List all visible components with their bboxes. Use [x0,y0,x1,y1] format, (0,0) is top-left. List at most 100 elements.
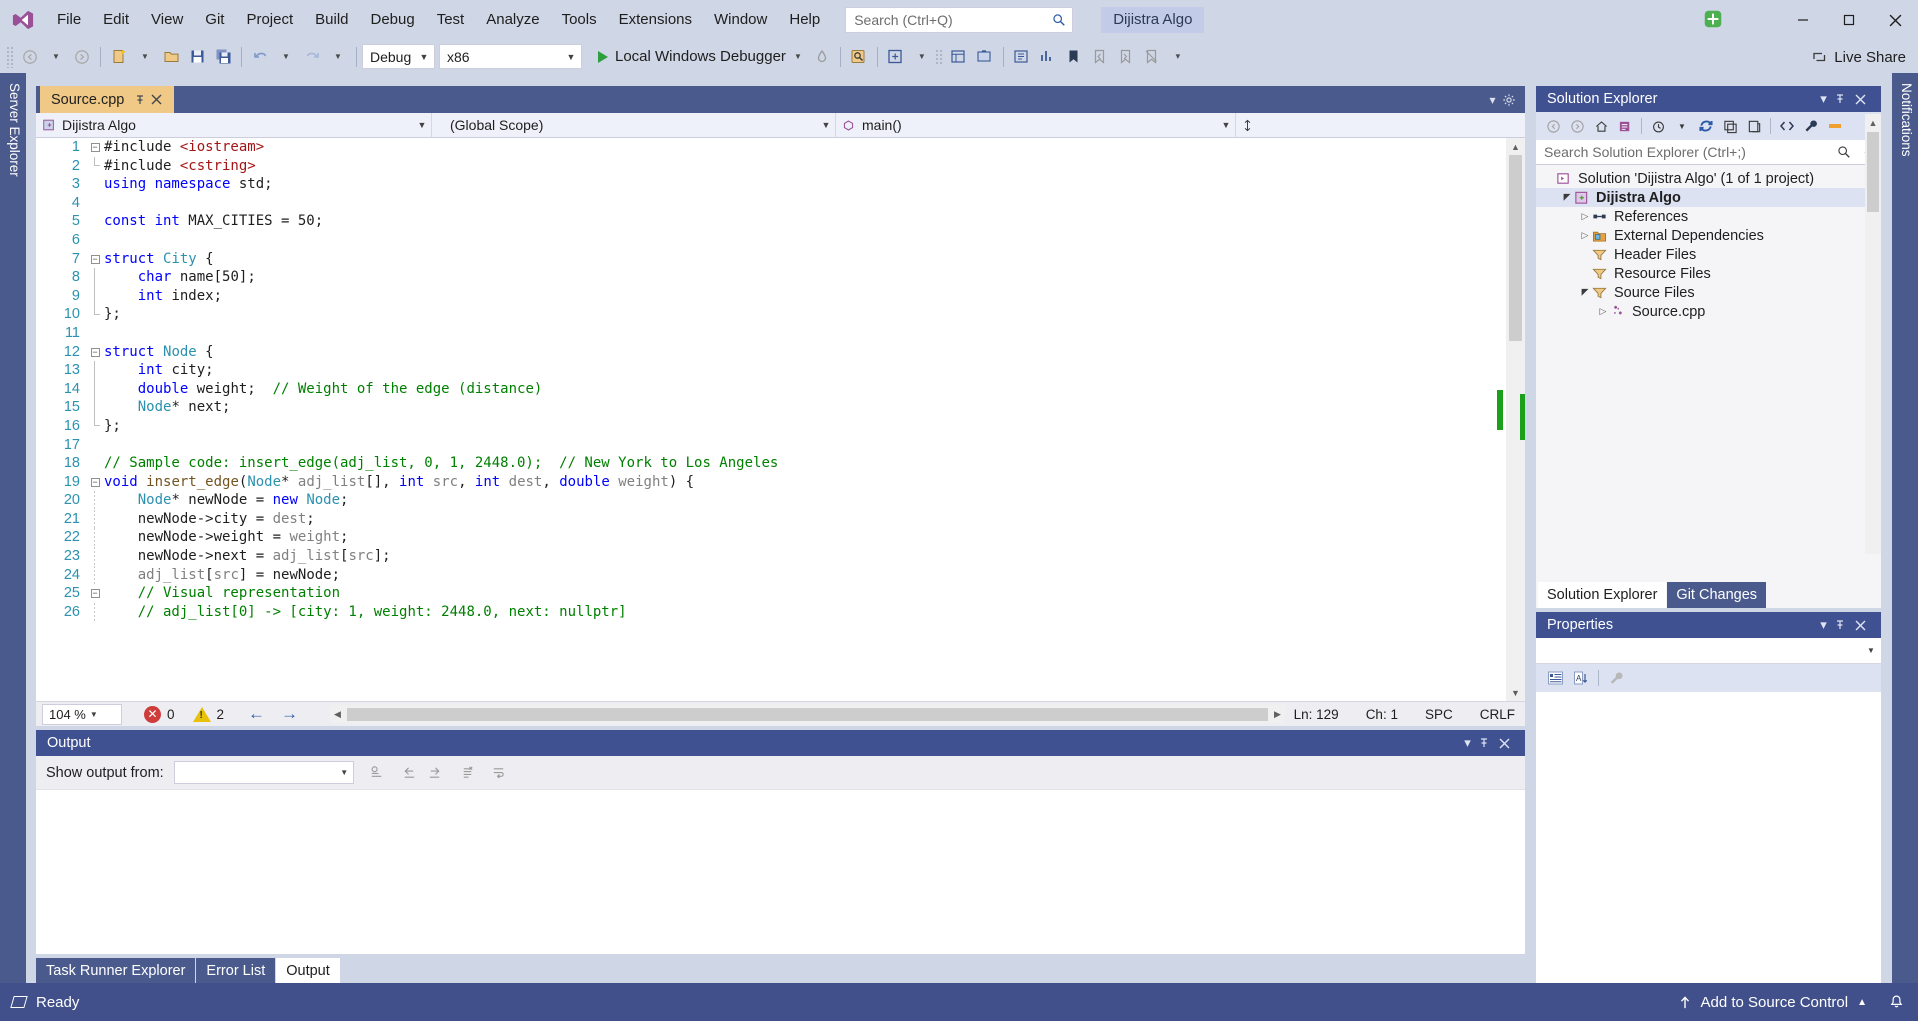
back-icon[interactable] [1541,114,1565,138]
fold-margin[interactable] [88,602,102,622]
window-menu-icon[interactable]: ▾ [1813,617,1834,633]
next-error-icon[interactable]: → [281,704,298,724]
properties-object-combo[interactable]: ▼ [1536,638,1881,664]
account-badge-icon[interactable] [1698,4,1728,34]
code-line[interactable]: 2 #include <cstring> [36,156,1506,176]
clear-bookmarks-icon[interactable] [1139,43,1165,71]
menu-extensions[interactable]: Extensions [608,0,703,40]
scroll-up-icon[interactable]: ▲ [1865,114,1881,131]
minimize-button[interactable] [1780,0,1826,40]
solution-tree-item[interactable]: Solution 'Dijistra Algo' (1 of 1 project… [1536,169,1881,188]
categorized-view-icon[interactable] [1542,666,1568,690]
output-text-area[interactable] [36,790,1525,954]
pin-icon[interactable] [1478,737,1499,749]
pin-icon[interactable] [1834,619,1855,631]
fold-margin[interactable] [88,509,102,529]
notification-bell-icon[interactable] [1889,994,1904,1010]
code-line[interactable]: 24 adj_list[src] = newNode; [36,565,1506,585]
toolbar-grip[interactable] [934,48,944,65]
code-line[interactable]: 5 const int MAX_CITIES = 50; [36,212,1506,231]
code-line[interactable]: 18 // Sample code: insert_edge(adj_list, … [36,454,1506,473]
menu-debug[interactable]: Debug [360,0,426,40]
fold-margin[interactable] [88,528,102,548]
fold-margin[interactable] [88,194,102,213]
tab-error-list[interactable]: Error List [196,958,276,984]
fold-margin[interactable] [88,379,102,399]
notifications-rail[interactable]: Notifications [1892,73,1918,983]
collapse-icon[interactable]: − [90,477,100,487]
pin-icon[interactable] [1834,93,1855,105]
new-project-dropdown-icon[interactable]: ▼ [132,43,158,71]
solution-tree-item[interactable]: ◢ Dijistra Algo [1536,188,1881,207]
solution-platform-combo[interactable]: x86 ▼ [439,44,582,69]
fold-margin[interactable] [88,324,102,343]
code-line[interactable]: 15 Node* next; [36,398,1506,417]
history-icon[interactable] [1646,114,1670,138]
fold-margin[interactable] [88,565,102,585]
object-browser-icon[interactable] [1009,43,1035,71]
menu-test[interactable]: Test [426,0,476,40]
properties-window-icon[interactable] [946,43,972,71]
gear-icon[interactable] [1502,93,1521,107]
expand-chevron-right-icon[interactable]: ▷ [1596,306,1610,317]
previous-error-icon[interactable]: ← [248,704,265,724]
home-icon[interactable] [1589,114,1613,138]
scroll-up-icon[interactable]: ▲ [1506,138,1525,155]
solution-tree[interactable]: Solution 'Dijistra Algo' (1 of 1 project… [1536,165,1881,529]
code-line[interactable]: 6 [36,231,1506,250]
fold-margin[interactable] [88,416,102,436]
code-line[interactable]: 10}; [36,305,1506,324]
code-line[interactable]: 20 Node* newNode = new Node; [36,491,1506,510]
code-line[interactable]: 8 char name[50]; [36,268,1506,287]
view-code-icon[interactable] [1775,114,1799,138]
close-icon[interactable] [1855,94,1876,105]
forward-icon[interactable] [1565,114,1589,138]
clear-all-icon[interactable] [455,760,480,785]
close-icon[interactable] [1855,620,1876,631]
code-line[interactable]: 4 [36,194,1506,213]
redo-icon[interactable] [299,43,325,71]
code-line[interactable]: 14 double weight; // Weight of the edge … [36,379,1506,399]
navigate-back-dropdown-icon[interactable]: ▼ [43,43,69,71]
fold-margin[interactable]: − [88,584,102,603]
open-file-icon[interactable] [158,43,184,71]
solution-explorer-window-icon[interactable] [883,43,909,71]
code-line[interactable]: 23 newNode->next = adj_list[src]; [36,547,1506,566]
fold-margin[interactable] [88,436,102,455]
code-line[interactable]: 16}; [36,416,1506,436]
refresh-icon[interactable] [1694,114,1718,138]
code-line[interactable]: 25− // Visual representation [36,584,1506,603]
go-to-next-icon[interactable] [422,760,447,785]
code-line[interactable]: 11 [36,324,1506,343]
expand-chevron-down-icon[interactable]: ◢ [1578,287,1592,298]
solution-tree-item[interactable]: ▷ External Dependencies [1536,226,1881,245]
solution-explorer-search-input[interactable]: Search Solution Explorer (Ctrl+;) ▼ [1536,140,1881,165]
new-project-icon[interactable] [106,43,132,71]
toolbar-overflow-icon[interactable]: ▾ [1165,43,1191,71]
collapse-all-icon[interactable] [1718,114,1742,138]
find-message-icon[interactable] [364,760,389,785]
solution-tree-item[interactable]: ◢ Source Files [1536,283,1881,302]
window-menu-icon[interactable]: ▾ [1813,91,1834,107]
expand-chevron-down-icon[interactable]: ◢ [1560,192,1574,203]
chevron-down-icon[interactable]: ▼ [1670,114,1694,138]
fold-margin[interactable]: − [88,343,102,362]
warning-count-group[interactable]: 2 [192,706,224,722]
fold-margin[interactable] [88,361,102,380]
code-metrics-icon[interactable] [1035,43,1061,71]
collapse-icon[interactable]: − [90,589,100,599]
menu-build[interactable]: Build [304,0,359,40]
window-menu-icon[interactable]: ▾ [1457,735,1478,751]
toolbar-grip[interactable] [6,45,15,68]
code-line[interactable]: 26 // adj_list[0] -> [city: 1, weight: 2… [36,602,1506,622]
navigate-forward-icon[interactable] [69,43,95,71]
fold-margin[interactable] [88,305,102,324]
undo-icon[interactable] [247,43,273,71]
solution-tree-item[interactable]: ▷ References [1536,207,1881,226]
scrollbar-thumb[interactable] [1509,155,1522,341]
fold-margin[interactable]: − [88,250,102,269]
zoom-level-combo[interactable]: 104 % ▼ [42,703,122,725]
tab-solution-explorer[interactable]: Solution Explorer [1538,582,1667,608]
code-line[interactable]: 13 int city; [36,361,1506,380]
next-bookmark-icon[interactable] [1113,43,1139,71]
